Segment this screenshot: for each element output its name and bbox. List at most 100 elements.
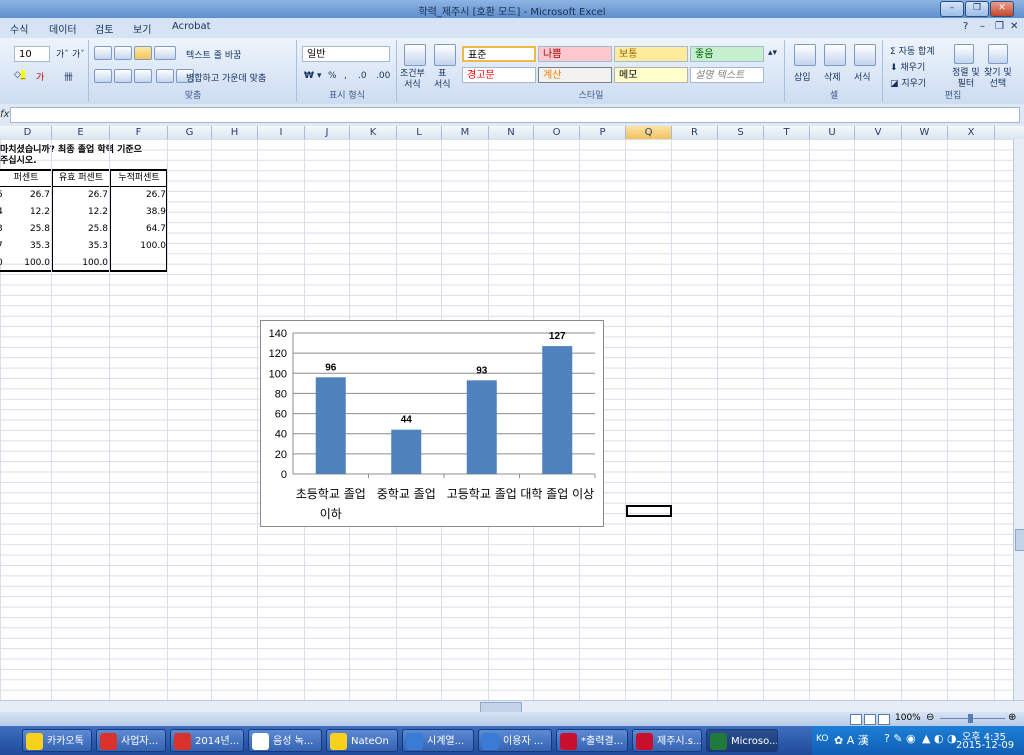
style-calculation[interactable]: 계산 <box>538 67 612 83</box>
zoom-out-icon[interactable]: ⊖ <box>926 712 934 723</box>
column-header-k[interactable]: K <box>350 126 397 139</box>
table-cell[interactable]: 12.2 <box>52 204 110 220</box>
orientation-icon[interactable] <box>154 46 176 60</box>
column-header-x[interactable]: X <box>948 126 995 139</box>
taskbar-pdf-2[interactable]: 2014년... <box>170 729 244 752</box>
zoom-level[interactable]: 100% <box>895 713 921 723</box>
wrap-text-button[interactable]: 텍스트 줄 바꿈 <box>186 48 241 61</box>
column-header-u[interactable]: U <box>810 126 855 139</box>
ribbon-minimize-icon[interactable]: – <box>980 21 985 32</box>
style-warning[interactable]: 경고문 <box>462 67 536 83</box>
insert-button[interactable]: 삽입 <box>794 70 811 83</box>
taskbar-nateon[interactable]: NateOn <box>326 729 398 752</box>
normal-view-icon[interactable] <box>850 714 862 725</box>
language-indicator[interactable]: KO <box>816 734 829 744</box>
formula-input[interactable] <box>10 107 1020 123</box>
taskbar-voice-recorder[interactable]: 음성 녹... <box>248 729 322 752</box>
align-left-icon[interactable] <box>94 69 112 83</box>
page-break-icon[interactable] <box>878 714 890 725</box>
taskbar-kakaotalk[interactable]: 카카오톡 <box>22 729 92 752</box>
merge-center-button[interactable]: 병합하고 가운데 맞춤 <box>186 71 266 84</box>
font-color-icon[interactable]: 가 <box>36 70 44 83</box>
delete-cells-icon[interactable] <box>824 44 846 66</box>
currency-icon[interactable]: ₩ ▾ <box>304 71 322 81</box>
style-bad[interactable]: 나쁨 <box>538 46 612 62</box>
format-table-icon[interactable] <box>434 44 456 66</box>
sort-filter-icon[interactable] <box>954 44 974 64</box>
find-select-button[interactable]: 찾기 및 선택 <box>984 68 1012 90</box>
column-header-o[interactable]: O <box>534 126 580 139</box>
percent-icon[interactable]: % <box>328 71 337 81</box>
zoom-in-icon[interactable]: ⊕ <box>1008 712 1016 723</box>
style-neutral[interactable]: 보통 <box>614 46 688 62</box>
tab-review[interactable]: 검토 <box>95 21 113 36</box>
decrease-indent-icon[interactable] <box>156 69 174 83</box>
column-header-p[interactable]: P <box>580 126 626 139</box>
column-header-v[interactable]: V <box>855 126 902 139</box>
clock-date[interactable]: 2015-12-09 <box>956 740 1014 751</box>
tab-data[interactable]: 데이터 <box>49 21 77 36</box>
column-header-h[interactable]: H <box>212 126 258 139</box>
zoom-slider-thumb[interactable] <box>968 714 973 723</box>
tab-formulas[interactable]: 수식 <box>10 21 28 36</box>
table-cell[interactable]: 35.3 <box>52 238 110 254</box>
sort-filter-button[interactable]: 정렬 및 필터 <box>952 68 980 90</box>
phonetic-icon[interactable]: 卌 <box>64 70 73 83</box>
table-cell[interactable]: 26.7 <box>0 187 52 203</box>
column-header-l[interactable]: L <box>397 126 442 139</box>
column-header-f[interactable]: F <box>110 126 168 139</box>
column-header-q[interactable]: Q <box>626 126 672 139</box>
taskbar-spss-2[interactable]: 이용자 ... <box>478 729 552 752</box>
column-header-r[interactable]: R <box>672 126 718 139</box>
align-right-icon[interactable] <box>134 69 152 83</box>
align-bottom-icon[interactable] <box>134 46 152 60</box>
column-header-j[interactable]: J <box>305 126 350 139</box>
decrease-decimal-icon[interactable]: .00 <box>376 71 390 81</box>
column-header-m[interactable]: M <box>442 126 489 139</box>
style-good[interactable]: 좋음 <box>690 46 764 62</box>
fill-color-icon[interactable]: ◇_ <box>14 70 26 80</box>
column-header-w[interactable]: W <box>902 126 948 139</box>
table-cell[interactable]: 25.8 <box>0 221 52 237</box>
shrink-font-icon[interactable]: 가ˇ <box>72 47 85 60</box>
binoculars-icon[interactable] <box>988 44 1008 64</box>
taskbar-spss-output[interactable]: *출력결... <box>556 729 628 752</box>
insert-cells-icon[interactable] <box>794 44 816 66</box>
styles-scroll-icon[interactable]: ▴▾ <box>768 48 777 58</box>
column-header-d[interactable]: D <box>4 126 52 139</box>
taskbar-spss-data[interactable]: 제주시.s... <box>632 729 702 752</box>
ribbon-restore-icon[interactable]: ❐ <box>995 21 1004 32</box>
column-header-e[interactable]: E <box>52 126 110 139</box>
tab-view[interactable]: 보기 <box>133 21 151 36</box>
restore-button[interactable]: ❐ <box>965 1 989 17</box>
taskbar-spss-1[interactable]: 시계열... <box>402 729 474 752</box>
table-cell[interactable]: 38.9 <box>110 204 168 220</box>
column-header-g[interactable]: G <box>168 126 212 139</box>
style-explanatory[interactable]: 설명 텍스트 <box>690 67 764 83</box>
table-cell[interactable] <box>110 255 168 271</box>
align-middle-icon[interactable] <box>114 46 132 60</box>
column-header-i[interactable]: I <box>258 126 305 139</box>
delete-button[interactable]: 삭제 <box>824 70 841 83</box>
taskbar-pdf-1[interactable]: 사업자... <box>96 729 166 752</box>
align-center-icon[interactable] <box>114 69 132 83</box>
taskbar-excel[interactable]: Microso... <box>706 729 778 752</box>
number-format-select[interactable]: 일반 <box>302 46 390 62</box>
style-normal[interactable]: 표준 <box>462 46 536 62</box>
fx-icon[interactable]: fx <box>0 109 9 120</box>
fill-button[interactable]: ⬇ 채우기 <box>890 60 925 73</box>
align-top-icon[interactable] <box>94 46 112 60</box>
page-layout-icon[interactable] <box>864 714 876 725</box>
table-cell[interactable]: 64.7 <box>110 221 168 237</box>
tab-acrobat[interactable]: Acrobat <box>172 21 211 32</box>
active-cell[interactable] <box>626 505 672 517</box>
format-button[interactable]: 서식 <box>854 70 871 83</box>
table-cell[interactable]: 100.0 <box>0 255 52 271</box>
style-note[interactable]: 메모 <box>614 67 688 83</box>
format-cells-icon[interactable] <box>854 44 876 66</box>
minimize-button[interactable]: – <box>940 1 964 17</box>
help-tray-icon[interactable]: ? ✎ ◉ <box>884 732 916 745</box>
vertical-scroll-thumb[interactable] <box>1015 529 1024 551</box>
table-cell[interactable]: 12.2 <box>0 204 52 220</box>
table-cell[interactable]: 35.3 <box>0 238 52 254</box>
